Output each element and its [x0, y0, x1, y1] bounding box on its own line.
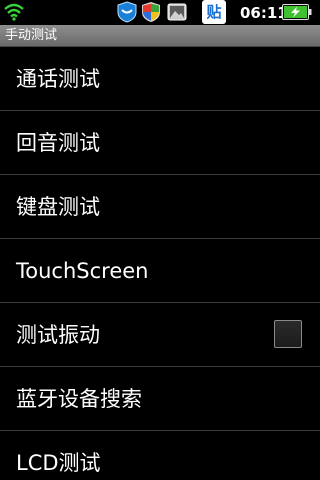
menu-item-label: 回音测试 — [16, 131, 100, 155]
menu-item-touchscreen[interactable]: TouchScreen — [0, 239, 320, 303]
menu-item-lcd-test[interactable]: LCD测试 — [0, 431, 320, 480]
security-icon — [142, 2, 160, 22]
menu-item-label: 键盘测试 — [16, 195, 100, 219]
menu-item-label: TouchScreen — [16, 259, 149, 283]
menu-item-keyboard-test[interactable]: 键盘测试 — [0, 175, 320, 239]
menu-item-label: 测试振动 — [16, 323, 100, 347]
menu-item-echo-test[interactable]: 回音测试 — [0, 111, 320, 175]
screen: 贴 06:11 手动测试 通话测试 回音测试 键盘测试 TouchScreen … — [0, 0, 320, 480]
vibration-checkbox[interactable] — [274, 320, 302, 348]
menu-item-call-test[interactable]: 通话测试 — [0, 47, 320, 111]
gallery-icon — [167, 3, 187, 21]
test-menu-list: 通话测试 回音测试 键盘测试 TouchScreen 测试振动 蓝牙设备搜索 L… — [0, 47, 320, 480]
wifi-icon — [4, 3, 24, 21]
status-bar: 贴 06:11 — [0, 0, 320, 25]
title-bar: 手动测试 — [0, 25, 320, 47]
menu-item-label: 通话测试 — [16, 67, 100, 91]
menu-item-label: LCD测试 — [16, 451, 101, 475]
shield-icon — [117, 1, 137, 23]
tieba-icon: 贴 — [202, 0, 226, 24]
menu-item-label: 蓝牙设备搜索 — [16, 387, 142, 411]
menu-item-bluetooth-scan[interactable]: 蓝牙设备搜索 — [0, 367, 320, 431]
battery-charging-icon — [282, 4, 312, 20]
menu-item-vibration-test[interactable]: 测试振动 — [0, 303, 320, 367]
page-title: 手动测试 — [5, 28, 58, 43]
status-time: 06:11 — [240, 4, 288, 22]
